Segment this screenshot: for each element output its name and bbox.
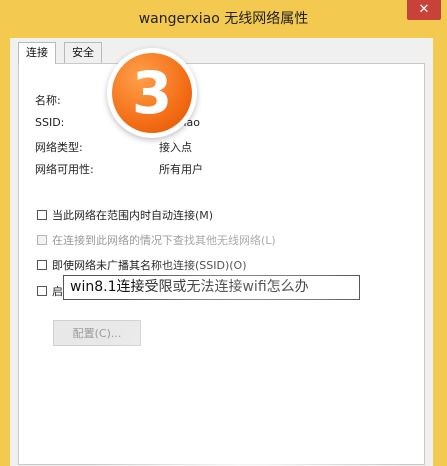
enable-label: 启 [52, 285, 63, 298]
ssid-label: SSID: [35, 116, 65, 129]
close-icon: ✕ [418, 2, 430, 17]
enable-option[interactable]: 启 [37, 283, 63, 299]
find-other-networks-checkbox [37, 235, 47, 245]
title-bar[interactable]: wangerxiao 无线网络属性 ✕ [0, 0, 447, 38]
properties-window: wangerxiao 无线网络属性 ✕ 连接 安全 名称: rxiao SSID… [0, 0, 447, 466]
network-availability-label: 网络可用性: [35, 163, 94, 176]
hidden-ssid-checkbox[interactable] [37, 260, 47, 270]
auto-connect-option[interactable]: 当此网络在范围内时自动连接(M) [37, 207, 213, 223]
network-type-label: 网络类型: [35, 141, 83, 154]
dialog-body: 连接 安全 名称: rxiao SSID: gerxiao 网络类型: 接入点 … [10, 38, 433, 466]
network-availability-value: 所有用户 [159, 163, 203, 176]
tab-security[interactable]: 安全 [64, 42, 102, 63]
auto-connect-checkbox[interactable] [37, 210, 47, 220]
connection-panel: 名称: rxiao SSID: gerxiao 网络类型: 接入点 网络可用性:… [18, 63, 425, 465]
article-caption: win8.1连接受限或无法连接wifi怎么办 [63, 275, 360, 300]
step-number: 3 [112, 53, 192, 133]
window-title: wangerxiao 无线网络属性 [138, 11, 309, 27]
enable-checkbox[interactable] [37, 286, 47, 296]
tab-bar: 连接 安全 [18, 42, 418, 64]
auto-connect-label: 当此网络在范围内时自动连接(M) [52, 209, 214, 222]
hidden-ssid-option[interactable]: 即使网络未广播其名称也连接(SSID)(O) [37, 257, 247, 273]
find-other-networks-label: 在连接到此网络的情况下查找其他无线网络(L) [52, 234, 276, 247]
find-other-networks-option: 在连接到此网络的情况下查找其他无线网络(L) [37, 232, 276, 248]
name-label: 名称: [35, 94, 61, 107]
close-button[interactable]: ✕ [407, 0, 441, 20]
configure-button: 配置(C)... [53, 320, 141, 346]
hidden-ssid-label: 即使网络未广播其名称也连接(SSID)(O) [52, 259, 247, 272]
step-number-badge: 3 [107, 48, 197, 138]
network-type-value: 接入点 [159, 141, 192, 154]
tab-connection[interactable]: 连接 [18, 42, 56, 64]
